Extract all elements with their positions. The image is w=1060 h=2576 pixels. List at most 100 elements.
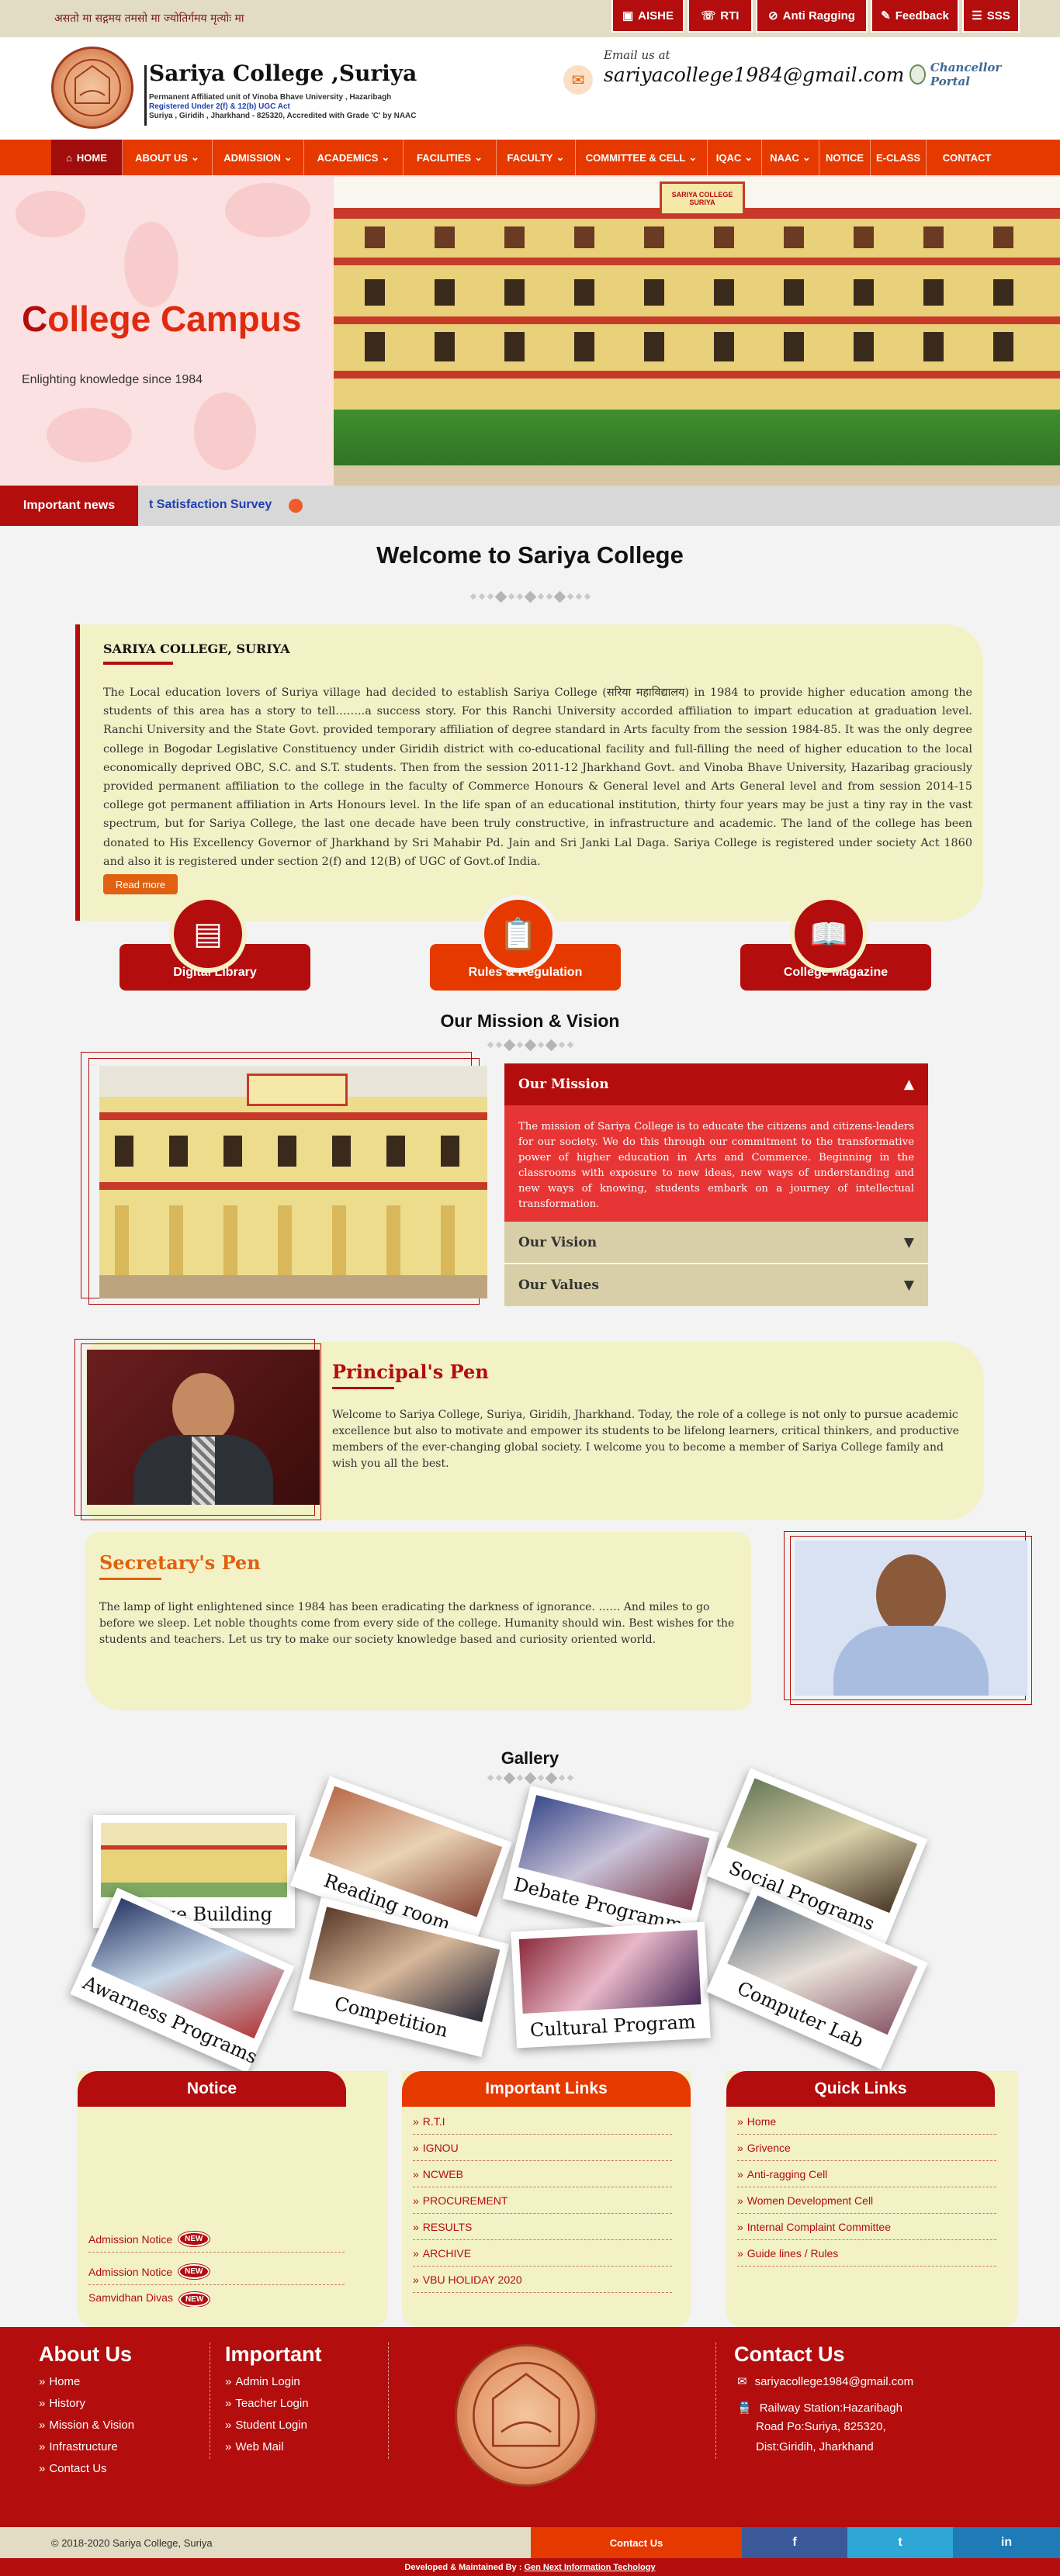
footer-important-link[interactable]: » Teacher Login: [225, 2392, 309, 2414]
principal-photo: [87, 1350, 320, 1505]
header-email-link[interactable]: sariyacollege1984@gmail.com: [604, 64, 904, 86]
footer-email[interactable]: ✉ sariyacollege1984@gmail.com: [737, 2370, 913, 2392]
chevron-down-icon: ⌄: [474, 151, 483, 163]
quick-link-item[interactable]: » Internal Complaint Committee: [737, 2214, 996, 2240]
footer-important-link[interactable]: » Student Login: [225, 2414, 309, 2436]
footer-contact-title: Contact Us: [734, 2343, 845, 2366]
gallery-cultural-program[interactable]: Cultural Program: [511, 1921, 711, 2049]
college-title: Sariya College ,Suriya: [149, 61, 417, 86]
arrow-icon: »: [413, 2167, 419, 2180]
nav-home[interactable]: ⌂ HOME: [51, 140, 123, 175]
accordion-our-values[interactable]: Our Values ▼: [504, 1264, 928, 1306]
nav-committee-cell[interactable]: COMMITTEE & CELL ⌄: [576, 140, 708, 175]
important-link-item[interactable]: » PROCUREMENT: [413, 2187, 672, 2214]
nav-notice[interactable]: NOTICE: [819, 140, 871, 175]
nav-iqac[interactable]: IQAC ⌄: [708, 140, 762, 175]
face: [172, 1373, 234, 1443]
arrow-icon: »: [225, 2418, 232, 2432]
nav-academics[interactable]: ACADEMICS ⌄: [304, 140, 404, 175]
notice-item[interactable]: Samvidhan Divas NEW: [88, 2291, 345, 2307]
quick-link-item[interactable]: » Home: [737, 2108, 996, 2135]
important-link-item[interactable]: » R.T.I: [413, 2108, 672, 2135]
important-link-item[interactable]: » RESULTS: [413, 2214, 672, 2240]
tie: [192, 1437, 215, 1505]
address-text: Suriya , Giridih , Jharkhand - 825320, A…: [149, 112, 417, 120]
affiliation-text: Permanent Affiliated unit of Vinoba Bhav…: [149, 93, 392, 102]
floral-pattern: [194, 392, 256, 470]
arrow-icon: »: [413, 2273, 419, 2286]
accordion-our-mission[interactable]: Our Mission ▲: [504, 1063, 928, 1105]
footer-about-link[interactable]: » Home: [39, 2370, 134, 2392]
gallery-image: [518, 1930, 701, 2014]
bullet-icon: [289, 499, 303, 513]
footer-important-link[interactable]: » Web Mail: [225, 2436, 309, 2457]
read-more-button[interactable]: Read more: [103, 874, 178, 894]
new-badge: NEW: [178, 2292, 210, 2307]
hero-title: College Campus: [22, 299, 302, 339]
divider-ornament: [452, 590, 608, 603]
footer-about-link[interactable]: » Mission & Vision: [39, 2414, 134, 2436]
gallery-title: Gallery: [501, 1748, 559, 1768]
nav-admission[interactable]: ADMISSION ⌄: [213, 140, 304, 175]
quick-link-item[interactable]: » Anti-ragging Cell: [737, 2161, 996, 2187]
arrow-icon: »: [737, 2194, 743, 2207]
footer-about-list: » Home» History» Mission & Vision» Infrastru…: [39, 2370, 134, 2479]
accordion-our-vision[interactable]: Our Vision ▼: [504, 1222, 928, 1264]
quick-link-item[interactable]: » Grivence: [737, 2135, 996, 2161]
sss-button[interactable]: ☰ SSS: [962, 0, 1020, 33]
aishe-button[interactable]: ▣ AISHE: [611, 0, 684, 33]
nav-facilities[interactable]: FACILITIES ⌄: [404, 140, 497, 175]
footer-about-link[interactable]: » Contact Us: [39, 2457, 134, 2479]
twitter-icon[interactable]: t: [847, 2527, 953, 2558]
chevron-down-icon: ⌄: [556, 151, 565, 163]
arrow-icon: »: [225, 2396, 232, 2410]
important-link-item[interactable]: » ARCHIVE: [413, 2240, 672, 2267]
rti-button[interactable]: ☏ RTI: [688, 0, 753, 33]
quick-link-item[interactable]: » Women Development Cell: [737, 2187, 996, 2214]
secretary-text: The lamp of light enlightened since 1984…: [99, 1601, 735, 1646]
about-text: The Local education lovers of Suriya vil…: [103, 686, 972, 868]
arrow-icon: »: [225, 2439, 232, 2453]
nav-naac[interactable]: NAAC ⌄: [762, 140, 819, 175]
top-bar: असतो मा सद्गमय तमसो मा ज्योतिर्गमय मृत्य…: [0, 0, 1060, 37]
footer-important-link[interactable]: » Admin Login: [225, 2370, 309, 2392]
chancellor-portal-link[interactable]: Chancellor Portal: [909, 61, 1018, 88]
nav-faculty[interactable]: FACULTY ⌄: [497, 140, 576, 175]
linkedin-icon[interactable]: in: [953, 2527, 1060, 2558]
footer-about-link[interactable]: » History: [39, 2392, 134, 2414]
chevron-up-icon: ▲: [903, 1077, 914, 1092]
important-links-header: Important Links: [402, 2071, 691, 2107]
principal-title: Principal's Pen: [332, 1361, 489, 1383]
arrow-icon: »: [413, 2114, 419, 2128]
notice-item[interactable]: Admission Notice NEW: [88, 2259, 345, 2285]
anti-ragging-button[interactable]: ⊘ Anti Ragging: [756, 0, 868, 33]
copyright-text: © 2018-2020 Sariya College, Suriya: [51, 2537, 213, 2549]
chancellor-emblem-icon: [909, 64, 926, 85]
list-icon: ☰: [972, 9, 982, 22]
developer-link[interactable]: Gen Next Information Techology: [524, 2563, 655, 2572]
quick-link-item[interactable]: » Guide lines / Rules: [737, 2240, 996, 2267]
nav-contact[interactable]: CONTACT: [927, 140, 1007, 175]
campus-photo: SARIYA COLLEGE SURIYA: [334, 177, 1060, 486]
important-link-item[interactable]: » IGNOU: [413, 2135, 672, 2161]
news-item[interactable]: t Satisfaction Survey: [149, 498, 272, 512]
footer-contact-button[interactable]: Contact Us: [531, 2527, 742, 2558]
notice-item[interactable]: Admission Notice NEW: [88, 2226, 345, 2253]
home-icon: ⌂: [66, 151, 72, 164]
feedback-button[interactable]: ✎ Feedback: [871, 0, 959, 33]
college-logo[interactable]: [51, 47, 133, 129]
mission-text: The mission of Sariya College is to educ…: [504, 1105, 928, 1222]
ground: [334, 465, 1060, 486]
footer-about-link[interactable]: » Infrastructure: [39, 2436, 134, 2457]
ground: [99, 1275, 487, 1298]
quick-links-header: Quick Links: [726, 2071, 995, 2107]
nav-about-us[interactable]: ABOUT US ⌄: [123, 140, 213, 175]
important-link-item[interactable]: » VBU HOLIDAY 2020: [413, 2267, 672, 2293]
nav-e-class[interactable]: E-CLASS: [871, 140, 927, 175]
feedback-icon: ✎: [881, 9, 891, 22]
important-link-item[interactable]: » NCWEB: [413, 2161, 672, 2187]
facebook-icon[interactable]: f: [742, 2527, 847, 2558]
arrow-icon: »: [39, 2374, 46, 2388]
arrow-icon: »: [39, 2439, 46, 2453]
gallery-debate-programme[interactable]: Debate Programme: [502, 1785, 719, 1946]
